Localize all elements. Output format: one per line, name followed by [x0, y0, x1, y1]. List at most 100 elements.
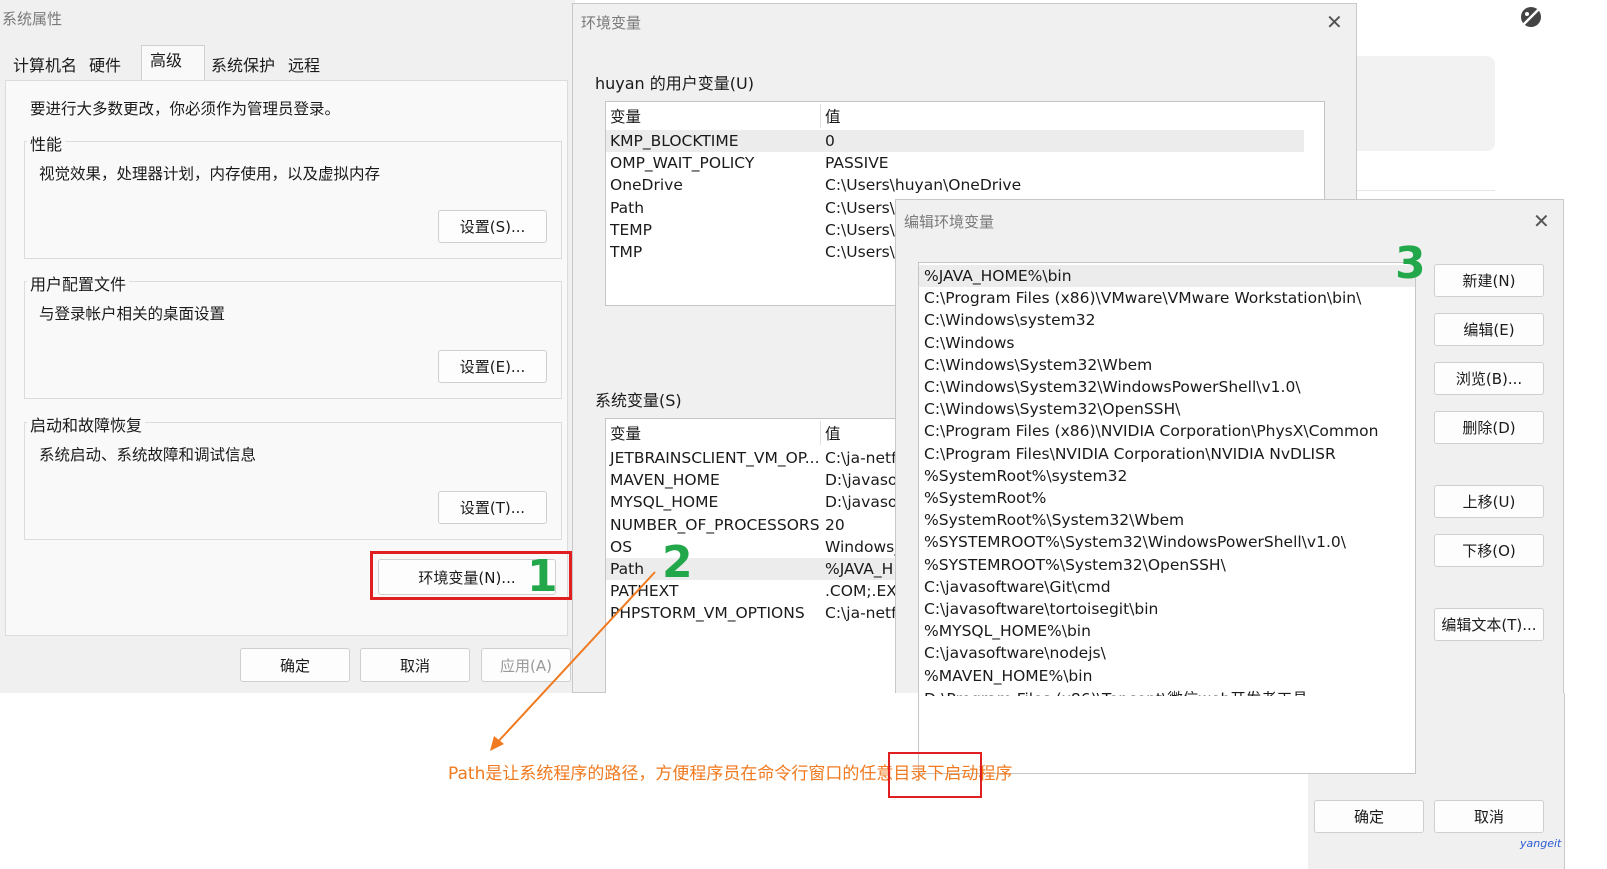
close-icon[interactable]: ✕ — [1326, 12, 1343, 32]
column-value[interactable]: 值 — [825, 423, 841, 445]
variable-value: C:\Users\h — [825, 243, 905, 261]
list-item[interactable]: C:\Program Files (x86)\VMware\VMware Wor… — [919, 287, 1415, 309]
list-item[interactable]: %JAVA_HOME%\bin — [919, 265, 1415, 287]
list-item[interactable]: C:\Windows — [919, 332, 1415, 354]
variable-name: NUMBER_OF_PROCESSORS — [610, 515, 820, 534]
path-entry-clipped: D:\Program Files (x86)\Tencent\微信web开发者工… — [924, 688, 1314, 696]
user-variables-label: huyan 的用户变量(U) — [595, 74, 754, 93]
user-profile-label: 用户配置文件 — [27, 271, 130, 295]
table-header: 变量 值 — [606, 423, 934, 447]
variable-value: D:\javasof — [825, 471, 903, 490]
variable-value: C:\Users\h — [825, 220, 905, 239]
header-divider — [820, 421, 821, 445]
list-item[interactable]: %SystemRoot%\System32\Wbem — [919, 509, 1415, 531]
list-item[interactable]: %SystemRoot%\system32 — [919, 465, 1415, 487]
tab-advanced[interactable]: 高级 — [150, 48, 182, 74]
list-item[interactable]: C:\Windows\System32\WindowsPowerShell\v1… — [919, 376, 1415, 398]
table-row[interactable]: MAVEN_HOME D:\javasof — [606, 469, 934, 491]
list-item[interactable]: %SYSTEMROOT%\System32\OpenSSH\ — [919, 554, 1415, 576]
variable-value: 20 — [825, 515, 845, 534]
variable-name: JETBRAINSCLIENT_VM_OP... — [610, 449, 820, 467]
edit-cancel-button[interactable]: 取消 — [1434, 800, 1544, 833]
watermark: yangeit — [1520, 837, 1562, 850]
list-item[interactable]: C:\Windows\System32\OpenSSH\ — [919, 398, 1415, 420]
new-button[interactable]: 新建(N) — [1434, 264, 1544, 297]
window-title: 编辑环境变量 — [904, 213, 995, 231]
list-item[interactable]: C:\javasoftware\nodejs\ — [919, 642, 1415, 664]
variable-name: KMP_BLOCKTIME — [610, 132, 739, 150]
variable-name: MYSQL_HOME — [610, 493, 719, 512]
variable-name: OneDrive — [610, 176, 683, 195]
startup-recovery-desc: 系统启动、系统故障和调试信息 — [39, 446, 257, 464]
delete-button[interactable]: 删除(D) — [1434, 411, 1544, 444]
browse-button[interactable]: 浏览(B)... — [1434, 362, 1544, 395]
close-icon[interactable]: ✕ — [1533, 211, 1550, 231]
edit-ok-button[interactable]: 确定 — [1314, 800, 1424, 833]
edit-button[interactable]: 编辑(E) — [1434, 313, 1544, 346]
column-variable[interactable]: 变量 — [610, 423, 641, 445]
startup-recovery-settings-button[interactable]: 设置(T)... — [438, 491, 547, 524]
variable-name: TEMP — [610, 220, 652, 239]
system-variables-label: 系统变量(S) — [595, 391, 682, 410]
variable-value: C:\Users\huyan\OneDrive — [825, 176, 1022, 195]
variable-name: Path — [610, 198, 645, 217]
edit-text-button[interactable]: 编辑文本(T)... — [1434, 608, 1544, 641]
admin-notice: 要进行大多数更改，你必须作为管理员登录。 — [30, 100, 341, 118]
user-buttons-area — [591, 314, 911, 374]
table-row[interactable]: OneDrive C:\Users\huyan\OneDrive — [606, 174, 1324, 196]
table-row[interactable]: OMP_WAIT_POLICY PASSIVE — [606, 152, 1324, 174]
move-up-button[interactable]: 上移(U) — [1434, 485, 1544, 518]
paint-palette-icon[interactable] — [1518, 4, 1544, 30]
list-item[interactable]: %MAVEN_HOME%\bin — [919, 665, 1415, 687]
variable-value: C:\ja-netfi — [825, 604, 901, 623]
variable-value: 0 — [825, 132, 835, 150]
performance-desc: 视觉效果，处理器计划，内存使用，以及虚拟内存 — [39, 165, 381, 183]
table-row[interactable]: JETBRAINSCLIENT_VM_OP... C:\ja-netfi — [606, 447, 934, 469]
list-item[interactable]: C:\javasoftware\tortoisegit\bin — [919, 598, 1415, 620]
header-divider — [820, 104, 821, 128]
variable-name: TMP — [610, 243, 643, 261]
list-item[interactable]: C:\Windows\system32 — [919, 309, 1415, 331]
performance-label: 性能 — [27, 131, 66, 155]
table-row[interactable]: KMP_BLOCKTIME 0 — [606, 130, 1324, 152]
list-item[interactable]: %SystemRoot% — [919, 487, 1415, 509]
list-item[interactable]: %SYSTEMROOT%\System32\WindowsPowerShell\… — [919, 531, 1415, 553]
tab-computer-name[interactable]: 计算机名 — [13, 53, 77, 79]
tab-system-protection[interactable]: 系统保护 — [211, 53, 275, 79]
list-item[interactable]: C:\Program Files\NVIDIA Corporation\NVID… — [919, 443, 1415, 465]
variable-name: OMP_WAIT_POLICY — [610, 154, 755, 173]
highlight-box-any-directory — [888, 752, 982, 798]
column-variable[interactable]: 变量 — [610, 106, 641, 128]
cancel-button[interactable]: 取消 — [360, 648, 470, 682]
performance-settings-button[interactable]: 设置(S)... — [438, 210, 547, 243]
list-item[interactable]: %MYSQL_HOME%\bin — [919, 620, 1415, 642]
variable-name: MAVEN_HOME — [610, 471, 720, 490]
tab-remote[interactable]: 远程 — [288, 53, 320, 79]
variable-value: D:\javasof — [825, 493, 903, 512]
window-title: 系统属性 — [2, 10, 63, 28]
window-title: 环境变量 — [581, 14, 642, 32]
user-profile-settings-button[interactable]: 设置(E)... — [438, 350, 547, 383]
annotation-arrow — [490, 571, 656, 751]
variable-value: PASSIVE — [825, 154, 889, 173]
ok-button[interactable]: 确定 — [240, 648, 350, 682]
variable-name: OS — [610, 537, 633, 556]
user-profile-desc: 与登录帐户相关的桌面设置 — [39, 305, 226, 323]
table-row[interactable]: NUMBER_OF_PROCESSORS 20 — [606, 514, 934, 536]
move-down-button[interactable]: 下移(O) — [1434, 534, 1544, 567]
startup-recovery-label: 启动和故障恢复 — [27, 412, 146, 436]
step-3-label: 3 — [1395, 238, 1426, 289]
background-panel — [1357, 56, 1495, 151]
column-value[interactable]: 值 — [825, 106, 841, 128]
variable-value: Windows_ — [825, 537, 902, 556]
table-row[interactable]: MYSQL_HOME D:\javasof — [606, 491, 934, 513]
background-divider — [1357, 190, 1495, 191]
list-item[interactable]: C:\Program Files (x86)\NVIDIA Corporatio… — [919, 420, 1415, 442]
table-header: 变量 值 — [606, 106, 1324, 130]
list-item[interactable]: C:\Windows\System32\Wbem — [919, 354, 1415, 376]
variable-value: %JAVA_H — [825, 560, 894, 578]
variable-value: C:\ja-netfi — [825, 449, 901, 467]
table-row[interactable]: OS Windows_ — [606, 536, 934, 558]
tab-hardware[interactable]: 硬件 — [89, 53, 121, 79]
list-item[interactable]: C:\javasoftware\Git\cmd — [919, 576, 1415, 598]
